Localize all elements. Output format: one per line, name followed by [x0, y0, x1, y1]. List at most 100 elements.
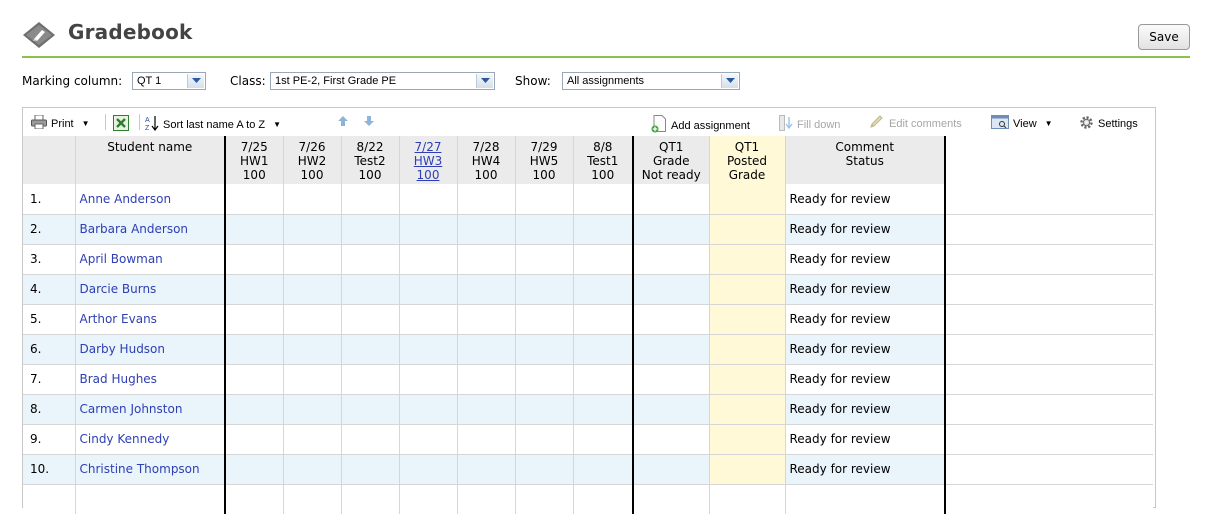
score-cell[interactable] [341, 244, 400, 275]
posted-grade-header[interactable]: QT1 Posted Grade [709, 136, 786, 184]
student-name-link[interactable]: Christine Thompson [80, 462, 200, 476]
posted-grade-cell[interactable] [709, 214, 786, 245]
score-cell[interactable] [224, 274, 284, 305]
score-cell[interactable] [573, 184, 634, 215]
score-cell[interactable] [515, 424, 574, 455]
student-name-link[interactable]: Darcie Burns [80, 282, 157, 296]
score-cell[interactable] [457, 364, 516, 395]
comment-status-cell[interactable]: Ready for review [785, 304, 946, 335]
score-cell[interactable] [457, 424, 516, 455]
score-cell[interactable] [573, 364, 634, 395]
comment-status-cell[interactable]: Ready for review [785, 424, 946, 455]
assignment-header-hw4[interactable]: 7/28 HW4 100 [457, 136, 516, 184]
score-cell[interactable] [224, 394, 284, 425]
assignment-header-hw2[interactable]: 7/26 HW2 100 [283, 136, 342, 184]
score-cell[interactable] [573, 394, 634, 425]
score-cell[interactable] [341, 364, 400, 395]
comment-status-cell[interactable]: Ready for review [785, 274, 946, 305]
score-cell[interactable] [457, 334, 516, 365]
score-cell[interactable] [573, 244, 634, 275]
student-name-header[interactable]: Student name [75, 136, 226, 184]
score-cell[interactable] [457, 214, 516, 245]
score-cell[interactable] [399, 334, 458, 365]
score-cell[interactable] [341, 214, 400, 245]
score-cell[interactable] [341, 184, 400, 215]
student-name-link[interactable]: Carmen Johnston [80, 402, 183, 416]
score-cell[interactable] [399, 214, 458, 245]
comment-status-cell[interactable]: Ready for review [785, 454, 946, 485]
marking-column-select[interactable]: QT 1 [132, 72, 206, 90]
score-cell[interactable] [224, 334, 284, 365]
score-cell[interactable] [457, 454, 516, 485]
posted-grade-cell[interactable] [709, 274, 786, 305]
score-cell[interactable] [399, 274, 458, 305]
view-menu-button[interactable]: View ▼ [991, 115, 1053, 132]
score-cell[interactable] [283, 364, 342, 395]
student-name-link[interactable]: April Bowman [80, 252, 163, 266]
score-cell[interactable] [457, 184, 516, 215]
grade-cell[interactable] [633, 304, 710, 335]
comment-status-cell[interactable]: Ready for review [785, 394, 946, 425]
score-cell[interactable] [515, 364, 574, 395]
score-cell[interactable] [573, 334, 634, 365]
comment-status-cell[interactable]: Ready for review [785, 334, 946, 365]
grade-cell[interactable] [633, 394, 710, 425]
assignment-header-hw1[interactable]: 7/25 HW1 100 [224, 136, 284, 184]
grade-cell[interactable] [633, 364, 710, 395]
score-cell[interactable] [515, 244, 574, 275]
fill-down-button[interactable]: Fill down [779, 115, 840, 134]
comment-status-cell[interactable]: Ready for review [785, 184, 946, 215]
score-cell[interactable] [283, 394, 342, 425]
score-cell[interactable] [224, 214, 284, 245]
grade-cell[interactable] [633, 244, 710, 275]
student-name-link[interactable]: Brad Hughes [80, 372, 157, 386]
score-cell[interactable] [399, 454, 458, 485]
score-cell[interactable] [224, 454, 284, 485]
class-select[interactable]: 1st PE-2, First Grade PE [270, 72, 495, 90]
show-select[interactable]: All assignments [562, 72, 740, 90]
assignment-header-hw5[interactable]: 7/29 HW5 100 [515, 136, 574, 184]
add-assignment-button[interactable]: Add assignment [651, 115, 750, 136]
posted-grade-cell[interactable] [709, 454, 786, 485]
score-cell[interactable] [399, 424, 458, 455]
score-cell[interactable] [224, 364, 284, 395]
score-cell[interactable] [341, 394, 400, 425]
comment-status-cell[interactable]: Ready for review [785, 214, 946, 245]
posted-grade-cell[interactable] [709, 184, 786, 215]
posted-grade-cell[interactable] [709, 394, 786, 425]
assignment-header-hw3[interactable]: 7/27 HW3 100 [399, 136, 458, 184]
posted-grade-cell[interactable] [709, 304, 786, 335]
score-cell[interactable] [283, 184, 342, 215]
score-cell[interactable] [283, 424, 342, 455]
score-cell[interactable] [457, 244, 516, 275]
grade-header[interactable]: QT1 Grade Not ready [633, 136, 710, 184]
posted-grade-cell[interactable] [709, 334, 786, 365]
comment-status-cell[interactable]: Ready for review [785, 244, 946, 275]
score-cell[interactable] [283, 244, 342, 275]
score-cell[interactable] [341, 454, 400, 485]
score-cell[interactable] [283, 274, 342, 305]
grade-cell[interactable] [633, 334, 710, 365]
score-cell[interactable] [224, 184, 284, 215]
grade-cell[interactable] [633, 454, 710, 485]
score-cell[interactable] [224, 244, 284, 275]
score-cell[interactable] [283, 334, 342, 365]
print-button[interactable]: Print ▼ [31, 114, 90, 132]
export-excel-button[interactable] [113, 115, 129, 134]
grade-cell[interactable] [633, 424, 710, 455]
score-cell[interactable] [283, 214, 342, 245]
score-cell[interactable] [399, 244, 458, 275]
score-cell[interactable] [515, 214, 574, 245]
move-down-button[interactable] [363, 115, 375, 130]
score-cell[interactable] [515, 304, 574, 335]
comment-status-cell[interactable]: Ready for review [785, 364, 946, 395]
score-cell[interactable] [341, 424, 400, 455]
posted-grade-cell[interactable] [709, 424, 786, 455]
student-name-link[interactable]: Barbara Anderson [80, 222, 189, 236]
score-cell[interactable] [341, 334, 400, 365]
score-cell[interactable] [341, 274, 400, 305]
sort-button[interactable]: AZ Sort last name A to Z ▼ [145, 115, 281, 134]
score-cell[interactable] [399, 364, 458, 395]
score-cell[interactable] [283, 304, 342, 335]
student-name-link[interactable]: Arthor Evans [80, 312, 157, 326]
